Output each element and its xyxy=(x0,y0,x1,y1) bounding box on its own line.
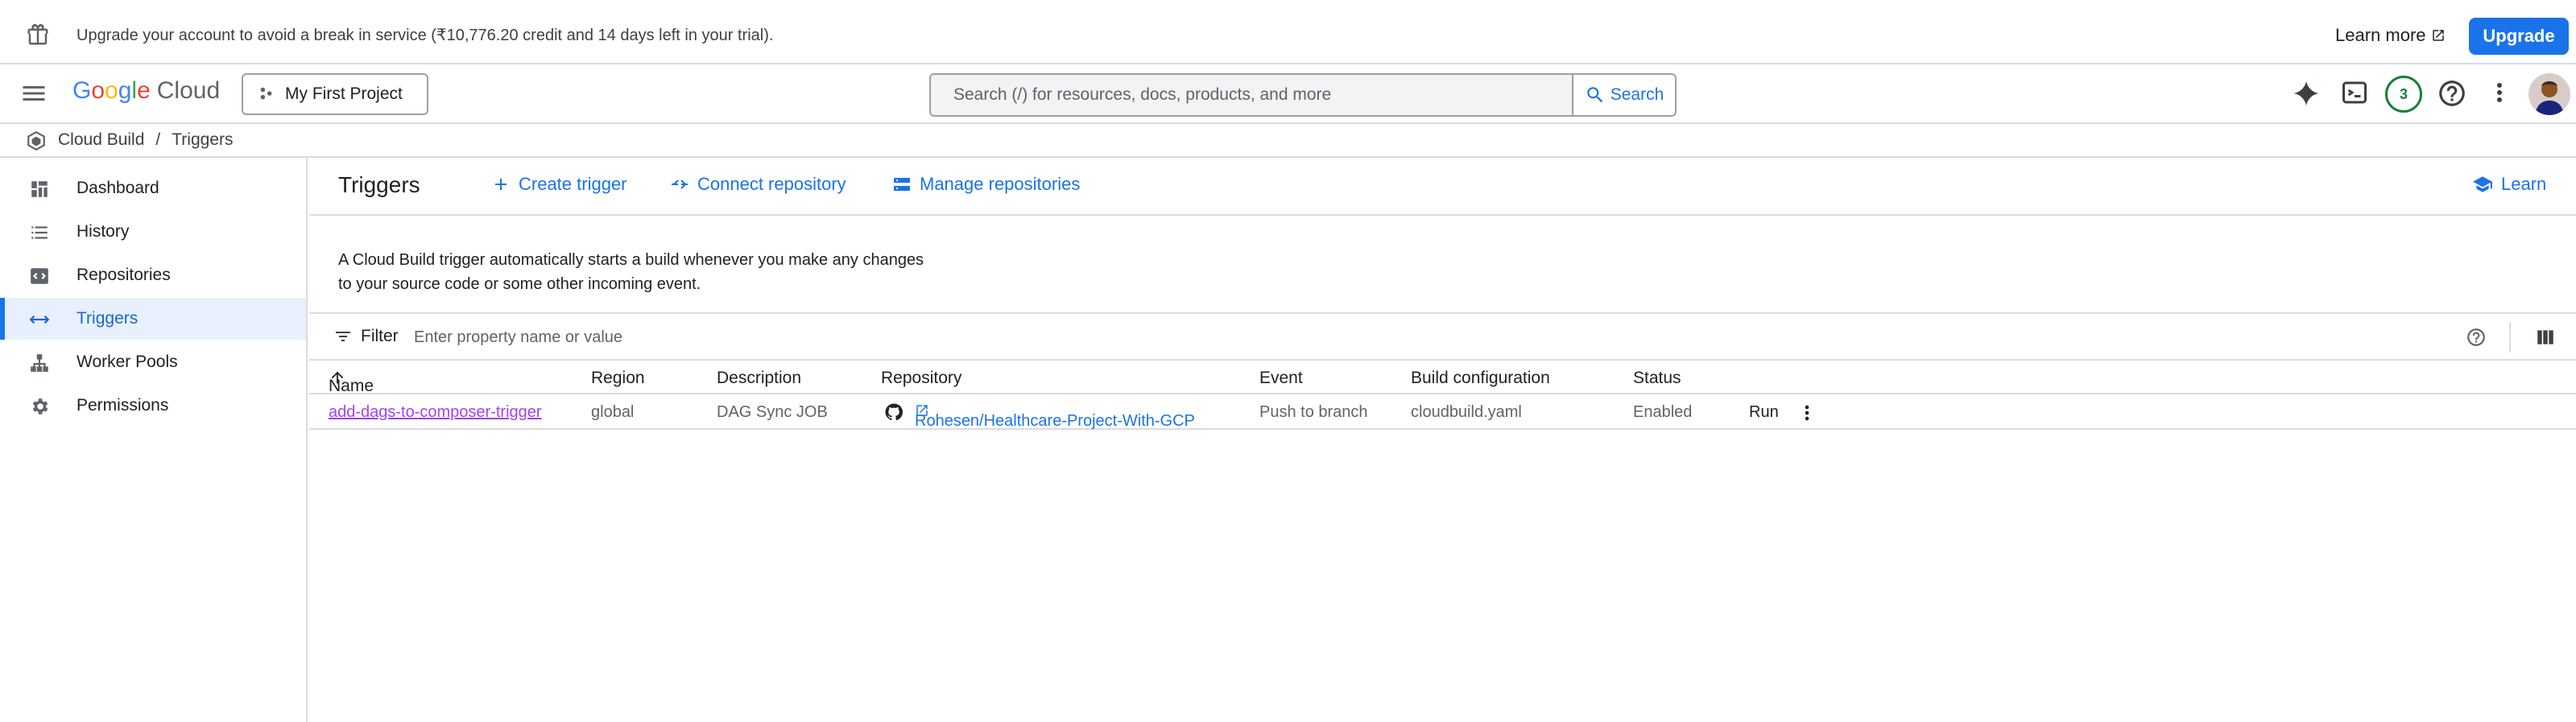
gear-icon xyxy=(29,396,50,417)
code-box-icon xyxy=(29,266,50,287)
sidebar-item-history[interactable]: History xyxy=(0,211,306,253)
repository-link[interactable]: Rohesen/Healthcare-Project-With-GCP xyxy=(915,403,1195,430)
column-header-repository[interactable]: Repository xyxy=(881,369,961,388)
sidebar-item-label: Permissions xyxy=(76,396,169,415)
column-header-label: Name xyxy=(329,377,374,395)
sidebar-item-repositories[interactable]: Repositories xyxy=(0,254,306,296)
top-header: Google Cloud My First Project Search 3 xyxy=(0,64,2576,124)
list-icon xyxy=(29,222,50,243)
learn-more-link[interactable]: Learn more xyxy=(2335,6,2446,64)
description-line-1: A Cloud Build trigger automatically star… xyxy=(338,251,924,269)
trigger-name-link[interactable]: add-dags-to-composer-trigger xyxy=(329,403,542,422)
trigger-build-config: cloudbuild.yaml xyxy=(1411,403,1522,421)
hierarchy-icon xyxy=(29,353,50,373)
trigger-status: Enabled xyxy=(1633,403,1693,421)
project-picker-button[interactable]: My First Project xyxy=(242,73,428,115)
sidebar-item-label: Dashboard xyxy=(76,179,159,197)
sidebar: Dashboard History Repositories Triggers … xyxy=(0,158,308,722)
sidebar-item-dashboard[interactable]: Dashboard xyxy=(0,167,306,209)
breadcrumb-cloud-build[interactable]: Cloud Build xyxy=(58,124,144,156)
google-cloud-logo[interactable]: Google Cloud xyxy=(72,77,220,105)
upgrade-button[interactable]: Upgrade xyxy=(2469,18,2569,55)
column-header-description[interactable]: Description xyxy=(717,369,801,388)
filter-icon xyxy=(336,332,350,341)
column-display-icon[interactable] xyxy=(2535,327,2556,348)
logo-google: Google xyxy=(72,77,151,104)
main-content: Triggers Create trigger Connect reposito… xyxy=(309,158,2576,722)
search-button[interactable]: Search xyxy=(1572,75,1675,115)
sidebar-item-label: Worker Pools xyxy=(76,353,178,371)
create-trigger-button[interactable]: Create trigger xyxy=(491,174,627,195)
hamburger-menu-icon[interactable] xyxy=(19,79,48,108)
dashboard-icon xyxy=(29,179,50,200)
filter-bar: Filter xyxy=(309,312,2576,361)
search-input[interactable] xyxy=(931,75,1572,115)
cloud-build-icon xyxy=(26,130,47,151)
filter-help-icon[interactable] xyxy=(2466,327,2487,348)
cloud-shell-icon[interactable] xyxy=(2340,78,2369,107)
page-title: Triggers xyxy=(338,172,420,197)
learn-label: Learn xyxy=(2501,174,2547,194)
column-header-name[interactable]: Name xyxy=(329,369,374,395)
connect-repository-button[interactable]: Connect repository xyxy=(670,174,846,195)
help-icon[interactable] xyxy=(2437,78,2467,109)
column-header-build-configuration[interactable]: Build configuration xyxy=(1411,369,1550,388)
project-icon xyxy=(260,87,272,100)
filter-label-group: Filter xyxy=(333,327,399,346)
trigger-region: global xyxy=(591,403,635,421)
external-link-icon xyxy=(2432,30,2444,41)
sidebar-item-label: Triggers xyxy=(76,309,139,328)
table-row: add-dags-to-composer-trigger global DAG … xyxy=(309,394,2576,430)
create-trigger-label: Create trigger xyxy=(519,174,627,194)
storage-icon xyxy=(894,178,910,191)
trigger-event: Push to branch xyxy=(1259,403,1368,421)
sidebar-item-label: History xyxy=(76,222,130,241)
filter-input[interactable] xyxy=(414,322,897,353)
sidebar-item-label: Repositories xyxy=(76,266,171,284)
column-header-region[interactable]: Region xyxy=(591,369,645,388)
add-icon xyxy=(495,179,507,190)
column-header-status[interactable]: Status xyxy=(1633,369,1681,388)
trial-banner: Upgrade your account to avoid a break in… xyxy=(0,6,2576,64)
row-more-vert-icon[interactable] xyxy=(1796,402,1818,424)
banner-message: Upgrade your account to avoid a break in… xyxy=(76,27,774,44)
breadcrumb-separator: / xyxy=(155,130,161,149)
sidebar-item-permissions[interactable]: Permissions xyxy=(0,385,306,427)
search-icon xyxy=(1586,87,1602,103)
trigger-description: DAG Sync JOB xyxy=(717,403,828,421)
manage-repositories-button[interactable]: Manage repositories xyxy=(892,174,1080,195)
run-button[interactable]: Run xyxy=(1749,403,1779,422)
learn-more-label: Learn more xyxy=(2335,25,2426,45)
github-icon xyxy=(884,402,903,422)
learn-button[interactable]: Learn xyxy=(2472,174,2546,195)
breadcrumb-triggers[interactable]: Triggers xyxy=(172,124,233,156)
search-button-label: Search xyxy=(1610,85,1664,104)
arrows-icon xyxy=(29,309,50,330)
connect-icon xyxy=(672,179,688,189)
page-toolbar: Triggers Create trigger Connect reposito… xyxy=(309,158,2576,216)
notifications-badge[interactable]: 3 xyxy=(2385,76,2422,113)
manage-repositories-label: Manage repositories xyxy=(920,174,1081,194)
sidebar-item-worker-pools[interactable]: Worker Pools xyxy=(0,341,306,383)
page-description: A Cloud Build trigger automatically star… xyxy=(338,248,1063,296)
filter-label: Filter xyxy=(361,327,399,345)
breadcrumb: Cloud Build / Triggers xyxy=(0,124,2576,158)
description-line-2: to your source code or some other incomi… xyxy=(338,275,701,293)
school-icon xyxy=(2473,176,2492,192)
filter-divider xyxy=(2509,322,2511,353)
table-header: Name Region Description Repository Event… xyxy=(309,361,2576,395)
connect-repository-label: Connect repository xyxy=(697,174,846,194)
project-name: My First Project xyxy=(285,85,403,103)
more-vert-icon[interactable] xyxy=(2485,78,2514,107)
search-bar: Search xyxy=(929,73,1677,117)
gift-icon xyxy=(26,23,50,47)
account-avatar[interactable] xyxy=(2528,73,2570,115)
column-header-event[interactable]: Event xyxy=(1259,369,1303,388)
logo-cloud: Cloud xyxy=(156,77,221,104)
sidebar-item-triggers[interactable]: Triggers xyxy=(0,298,306,340)
repository-link-label: Rohesen/Healthcare-Project-With-GCP xyxy=(915,412,1195,430)
gemini-sparkle-icon[interactable] xyxy=(2291,78,2322,109)
